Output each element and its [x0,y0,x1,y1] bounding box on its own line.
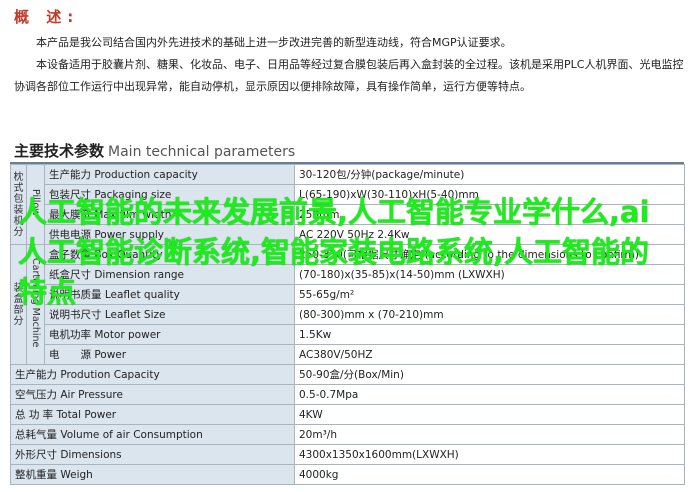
spec-value: 30-120包/分钟(package/minute) [294,164,685,185]
spec-value: 20m³/h [294,424,685,445]
overview-paragraph-2: 本设备适用于胶囊片剂、糖果、化妆品、电子、日用品等经过复合膜包装后再入盒封装的全… [14,58,684,93]
spec-label: 空气压力 Air Pressure [10,384,295,405]
spec-label: 总耗气量 Volume of air Consumption [10,424,295,445]
table-row: 总耗气量 Volume of air Consumption 20m³/h [10,424,685,445]
spec-label: 电 源 Power [44,344,295,365]
spec-value: 4000kg [294,464,685,485]
table-row: 整机重量 Weigh 4000kg [10,464,685,485]
overview-paragraph-1: 本产品是我公司结合国内外先进技术的基础上进一步改进完善的新型连动线，符合MGP认… [36,36,512,49]
spec-heading-en: Main technical parameters [108,144,296,160]
table-row: 枕式包装机分 Pillow 生产能力 Production capacity 30-1… [10,164,685,245]
spec-label: 总 功 率 Total Power [10,404,295,425]
spec-heading-zh: 主要技术参数 [14,142,105,160]
overview-title: 概 述: [14,8,80,26]
spec-heading: 主要技术参数 Main technical parameters [14,140,295,161]
spec-label: 生产能力 Production capacity [44,164,295,185]
table-row: 总 功 率 Total Power 4KW [10,404,685,425]
spec-value: 1.5Kw [294,324,685,345]
spec-value: 4KW [294,404,685,425]
spec-label: 生产能力 Prodution Capacity [10,364,295,385]
spec-value: 50-90盒/分(Box/Min) [294,364,685,385]
table-row: 空气压力 Air Pressure 0.5-0.7Mpa [10,384,685,405]
spec-value: AC380V/50HZ [294,344,685,365]
spec-label: 电机功率 Motor power [44,324,295,345]
overlay-banner-text: 人工智能的未来发展前景,人工智能专业学什么,ai人工智能诊断系统,智能家装电路系… [18,195,650,309]
table-row: 生产能力 Prodution Capacity 50-90盒/分(Box/Min) [10,364,685,385]
table-row: 电机功率 Motor power 1.5Kw [11,324,685,345]
table-row: 外形尺寸 Dimensions 4300x1350x1600mm(LXWXH) [10,444,685,465]
spec-label: 整机重量 Weigh [10,464,295,485]
table-row: 电 源 Power AC380V/50HZ [11,344,685,365]
spec-value: 0.5-0.7Mpa [294,384,685,405]
spec-label: 外形尺寸 Dimensions [10,444,295,465]
spec-value: 4300x1350x1600mm(LXWXH) [294,444,685,465]
